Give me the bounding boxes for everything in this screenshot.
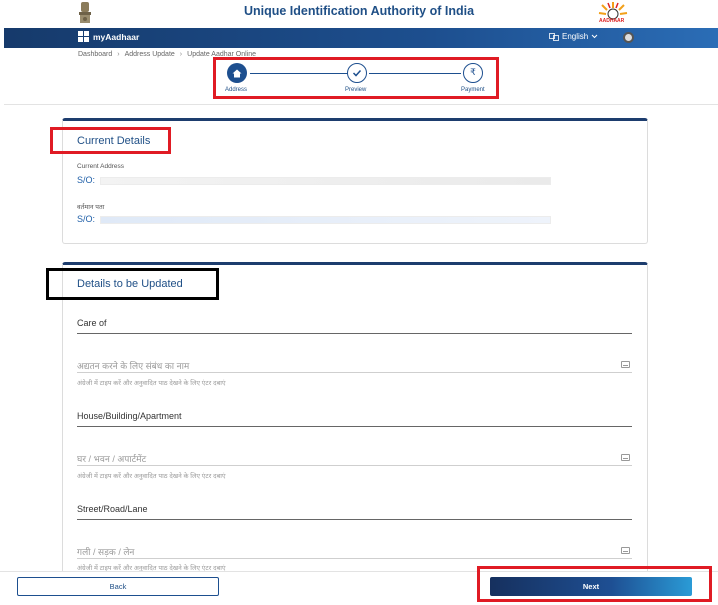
aadhaar-logo: AADHAAR	[593, 0, 633, 26]
step-preview	[347, 63, 367, 83]
street-label: Street/Road/Lane	[77, 504, 148, 514]
update-details-card	[62, 262, 648, 582]
breadcrumb-separator-icon: ›	[117, 51, 120, 58]
care-of-local-placeholder: अद्यतन करने के लिए संबंध का नाम	[77, 361, 190, 371]
care-of-local-input[interactable]: अद्यतन करने के लिए संबंध का नाम	[77, 355, 632, 373]
brand-label: myAadhaar	[93, 31, 140, 42]
chevron-down-icon	[591, 34, 598, 39]
check-icon	[352, 69, 362, 77]
step-label-preview: Preview	[345, 87, 367, 93]
breadcrumb-separator-icon: ›	[179, 51, 183, 58]
navbar: myAadhaar English	[4, 28, 718, 48]
aadhaar-wordmark: AADHAAR	[599, 18, 625, 24]
redacted-local-address	[100, 216, 551, 224]
highlight-frame	[50, 127, 171, 154]
progress-stepper: ₹ Address Preview Payment	[213, 57, 499, 99]
street-local-input[interactable]: गली / सड़क / लेन	[77, 541, 632, 559]
local-address-label: वर्तमान पता	[77, 204, 105, 211]
language-selector[interactable]: English	[549, 32, 598, 41]
next-button[interactable]: Next	[490, 577, 692, 596]
care-of-label: Care of	[77, 318, 107, 328]
step-address	[227, 63, 247, 83]
house-label: House/Building/Apartment	[77, 411, 182, 421]
rupee-icon: ₹	[470, 68, 476, 78]
care-of-input[interactable]	[77, 333, 632, 334]
house-local-input[interactable]: घर / भवन / अपार्टमेंट	[77, 448, 632, 466]
highlight-frame	[46, 268, 219, 300]
breadcrumb-dashboard[interactable]: Dashboard	[78, 51, 112, 58]
keyboard-icon[interactable]	[621, 547, 630, 554]
keyboard-icon[interactable]	[621, 454, 630, 461]
current-address-label: Current Address	[77, 163, 124, 170]
apps-grid-icon	[78, 31, 89, 42]
brand-link[interactable]: myAadhaar	[78, 31, 139, 42]
back-button[interactable]: Back	[17, 577, 219, 596]
house-local-placeholder: घर / भवन / अपार्टमेंट	[77, 454, 147, 464]
home-icon	[232, 69, 242, 77]
language-label: English	[562, 32, 589, 41]
current-address-value: S/O:	[77, 175, 96, 185]
step-connector	[250, 73, 348, 74]
house-input[interactable]	[77, 426, 632, 427]
divider	[4, 104, 718, 105]
aadhaar-sun-icon	[598, 2, 628, 20]
redacted-address	[100, 177, 551, 185]
user-avatar[interactable]	[623, 32, 634, 43]
house-hint: अंग्रेजी में टाइप करें और अनुवादित पाठ द…	[77, 473, 226, 480]
step-label-address: Address	[225, 87, 248, 93]
translate-icon	[549, 32, 559, 41]
step-connector	[369, 73, 461, 74]
top-header: Unique Identification Authority of India…	[0, 0, 718, 28]
step-payment: ₹	[463, 63, 483, 83]
step-label-payment: Payment	[461, 87, 485, 93]
street-local-placeholder: गली / सड़क / लेन	[77, 547, 135, 557]
street-input[interactable]	[77, 519, 632, 520]
keyboard-icon[interactable]	[621, 361, 630, 368]
local-address-value: S/O:	[77, 214, 96, 224]
care-of-hint: अंग्रेजी में टाइप करें और अनुवादित पाठ द…	[77, 380, 226, 387]
breadcrumb-address-update[interactable]: Address Update	[125, 51, 175, 58]
